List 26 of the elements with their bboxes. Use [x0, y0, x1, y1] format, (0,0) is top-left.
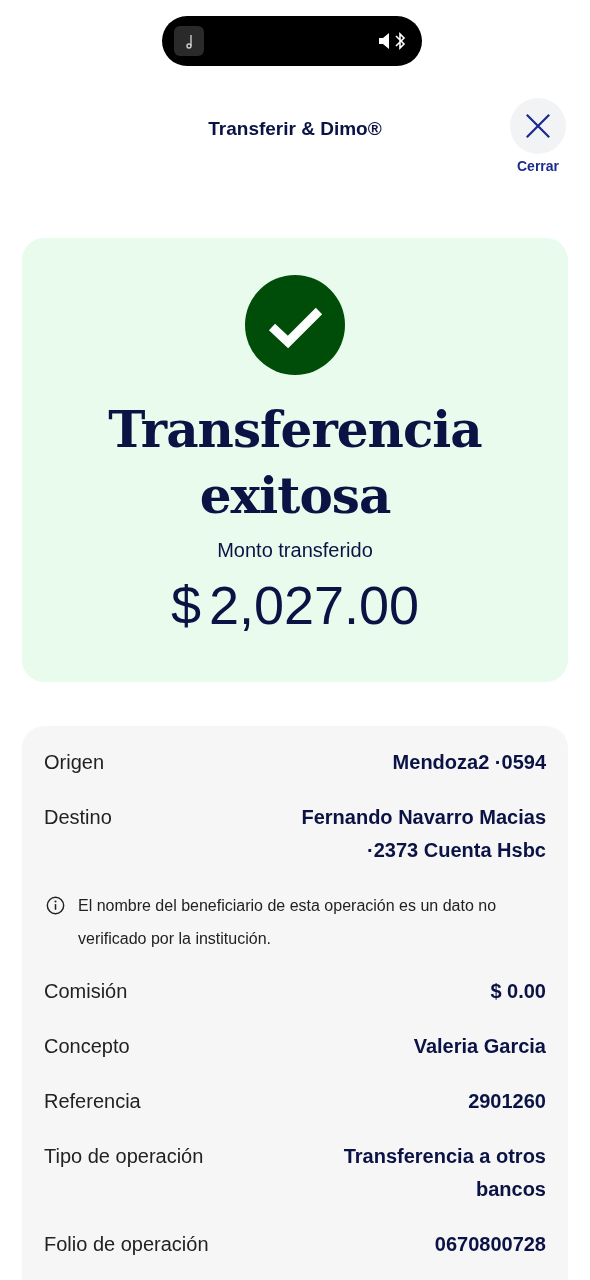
- detail-value: Fernando Navarro Macias ·2373 Cuenta Hsbc: [300, 805, 546, 863]
- speaker-bluetooth-icon: [378, 30, 408, 52]
- music-note-icon: [174, 26, 204, 56]
- detail-value: Valeria Garcia: [413, 1034, 546, 1059]
- close-icon: [524, 112, 552, 140]
- detail-label: Referencia: [44, 1089, 141, 1114]
- info-icon: [46, 896, 65, 915]
- result-title: Transferencia exitosa: [107, 399, 483, 527]
- amount-label: Monto transferido: [217, 539, 373, 562]
- close-label[interactable]: Cerrar: [517, 158, 559, 174]
- screen-title: Transferir & Dimo®: [207, 118, 383, 140]
- transferred-amount: $2,027.00: [170, 574, 420, 636]
- detail-value: $ 0.00: [490, 979, 546, 1004]
- detail-label: Folio de operación: [44, 1232, 209, 1257]
- detail-value: 0670800728: [434, 1232, 546, 1257]
- detail-label: Tipo de operación: [44, 1144, 204, 1169]
- detail-label: Destino: [44, 805, 112, 830]
- detail-label: Concepto: [44, 1034, 130, 1059]
- detail-label: Origen: [44, 750, 105, 775]
- detail-value: Mendoza2 ·0594: [392, 750, 546, 775]
- check-circle-icon: [245, 275, 345, 375]
- close-button[interactable]: [510, 98, 566, 154]
- detail-label: Comisión: [44, 979, 128, 1004]
- detail-value: 2901260: [468, 1089, 546, 1114]
- disclaimer-text: El nombre del beneficiario de esta operación es un dato no verificado por la institución.: [78, 896, 498, 949]
- detail-value: Transferencia a otros bancos: [342, 1144, 546, 1202]
